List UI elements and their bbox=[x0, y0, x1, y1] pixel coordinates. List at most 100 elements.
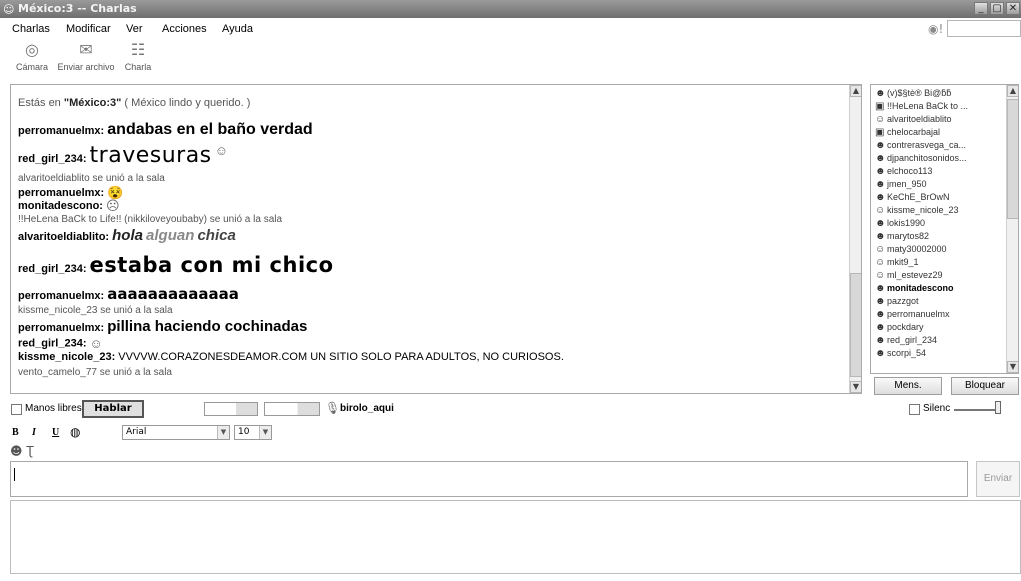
room-name: "México:3" bbox=[63, 97, 122, 109]
chat-button[interactable]: ☷ Charla bbox=[120, 40, 156, 72]
user-list-scrollbar[interactable]: ▲ ▼ bbox=[1006, 85, 1018, 373]
volume-slider-knob[interactable] bbox=[995, 401, 1001, 414]
join-notice: alvaritoeldiablito se unió a la sala bbox=[18, 173, 165, 184]
user-item[interactable]: ☻KeChE_BrOwN bbox=[875, 192, 950, 203]
emoticon-picker-icon[interactable]: ☻ bbox=[10, 444, 23, 458]
maximize-button[interactable]: ▢ bbox=[990, 2, 1004, 15]
voice-controls: Manos libres Hablar 🎙 birolo_aqui Silenc bbox=[10, 400, 1021, 420]
user-item[interactable]: ☻monitadescono bbox=[875, 283, 954, 294]
user-item[interactable]: ☻pockdary bbox=[875, 322, 924, 333]
italic-button[interactable]: I bbox=[32, 427, 36, 438]
menu-bar: Charlas Modificar Ver Acciones Ayuda bbox=[0, 20, 1021, 38]
font-select[interactable]: Arial ▼ bbox=[122, 425, 230, 440]
user-item[interactable]: ☻lokis1990 bbox=[875, 218, 925, 229]
emoticon-icon: ☹ bbox=[106, 198, 120, 213]
user-item[interactable]: ☻scorpi_54 bbox=[875, 348, 926, 359]
menu-acciones[interactable]: Acciones bbox=[162, 23, 207, 35]
join-notice: !!HeLena BaCk to Life!! (nikkiloveyoubab… bbox=[18, 214, 283, 225]
menu-ayuda[interactable]: Ayuda bbox=[222, 23, 253, 35]
bold-button[interactable]: B bbox=[12, 427, 19, 438]
menu-ver[interactable]: Ver bbox=[126, 23, 143, 35]
user-item[interactable]: ☻perromanuelmx bbox=[875, 309, 950, 320]
user-item[interactable]: ☻elchoco113 bbox=[875, 166, 932, 177]
user-item[interactable]: ☺ kissme_nicole_23 bbox=[875, 205, 959, 216]
send-file-label: Enviar archivo bbox=[57, 62, 115, 72]
user-list[interactable]: ☻(v)$§tè® Bi@ƃƃ ▣ !!HeLena BaCk to ... ☺ a… bbox=[870, 84, 1019, 374]
user-icon: ☻ bbox=[875, 296, 886, 307]
user-icon: ☻ bbox=[875, 153, 886, 164]
message-button[interactable]: Mens. bbox=[874, 377, 942, 395]
join-notice: kissme_nicole_23 se unió a la sala bbox=[18, 305, 173, 316]
scroll-thumb[interactable] bbox=[850, 273, 861, 377]
user-item[interactable]: ☺ alvaritoeldiablito bbox=[875, 114, 952, 125]
user-icon: ☻ bbox=[875, 218, 886, 229]
menu-modificar[interactable]: Modificar bbox=[66, 23, 111, 35]
silence-label: Silenc bbox=[923, 403, 951, 414]
text-caret bbox=[14, 468, 15, 481]
scroll-down-arrow[interactable]: ▼ bbox=[1007, 361, 1018, 373]
scroll-up-arrow[interactable]: ▲ bbox=[850, 85, 861, 97]
camera-user-icon: ▣ bbox=[875, 101, 885, 112]
send-file-button[interactable]: ✉ Enviar archivo bbox=[56, 40, 116, 72]
title-bar: ☺ México:3 -- Charlas _ ▢ ✕ bbox=[0, 0, 1021, 18]
user-icon: ☻ bbox=[875, 322, 886, 333]
message-input[interactable] bbox=[10, 461, 968, 497]
menu-charlas[interactable]: Charlas bbox=[12, 23, 50, 35]
user-icon: ☻ bbox=[875, 283, 886, 294]
minimize-button[interactable]: _ bbox=[974, 2, 988, 15]
volume-slider[interactable] bbox=[954, 409, 998, 411]
chat-scrollbar[interactable]: ▲ ▼ bbox=[849, 85, 861, 393]
user-item[interactable]: ☻pazzgot bbox=[875, 296, 919, 307]
talk-button[interactable]: Hablar bbox=[82, 400, 144, 418]
user-item[interactable]: ☺ maty30002000 bbox=[875, 244, 947, 255]
text-style-icon[interactable]: Ʈ bbox=[26, 444, 33, 458]
lower-panel bbox=[10, 500, 1021, 574]
chevron-down-icon: ▼ bbox=[259, 426, 271, 439]
scroll-up-arrow[interactable]: ▲ bbox=[1007, 85, 1018, 97]
user-icon: ☺ bbox=[875, 257, 886, 268]
camera-button[interactable]: ◎ Cámara bbox=[12, 40, 52, 72]
user-icon: ☻ bbox=[875, 192, 886, 203]
emoticon-icon: ☺ bbox=[214, 143, 228, 158]
user-icon: ☻ bbox=[875, 88, 886, 99]
chat-message: red_girl_234: ☺ bbox=[18, 336, 103, 351]
send-button[interactable]: Enviar bbox=[976, 461, 1020, 497]
color-icon[interactable]: ◍ bbox=[70, 425, 80, 440]
scroll-thumb[interactable] bbox=[1007, 99, 1018, 219]
camera-icon: ◎ bbox=[25, 42, 39, 59]
user-icon: ☻ bbox=[875, 335, 886, 346]
toolbar: ◎ Cámara ✉ Enviar archivo ☷ Charla bbox=[0, 40, 1021, 82]
camera-user-icon: ▣ bbox=[875, 127, 885, 138]
user-icon: ☺ bbox=[875, 270, 886, 281]
user-item[interactable]: ☻red_girl_234 bbox=[875, 335, 937, 346]
user-icon: ☻ bbox=[875, 231, 886, 242]
underline-button[interactable]: U bbox=[52, 427, 59, 438]
user-item[interactable]: ☻djpanchitosonidos... bbox=[875, 153, 967, 164]
hands-free-checkbox[interactable] bbox=[11, 404, 22, 415]
send-file-icon: ✉ bbox=[79, 42, 93, 59]
user-item[interactable]: ☻(v)$§tè® Bi@ƃƃ bbox=[875, 88, 951, 99]
user-icon: ☻ bbox=[875, 179, 886, 190]
user-item[interactable]: ☻jmen_950 bbox=[875, 179, 927, 190]
chat-message: kissme_nicole_23: VVVVW.CORAZONESDEAMOR.… bbox=[18, 351, 564, 363]
search-field[interactable] bbox=[947, 20, 1021, 37]
speaker-icon: 🎙 bbox=[325, 401, 341, 415]
user-item[interactable]: ☺ ml_estevez29 bbox=[875, 270, 943, 281]
user-item[interactable]: ☺ mkit9_1 bbox=[875, 257, 919, 268]
user-item[interactable]: ☻contrerasvega_ca... bbox=[875, 140, 966, 151]
chat-icon: ☷ bbox=[130, 42, 146, 59]
chat-log[interactable]: Estás en "México:3" ( México lindo y que… bbox=[10, 84, 862, 394]
camera-label: Cámara bbox=[15, 62, 48, 72]
silence-checkbox[interactable] bbox=[909, 404, 920, 415]
block-button[interactable]: Bloquear bbox=[951, 377, 1019, 395]
font-size-select[interactable]: 10 ▼ bbox=[234, 425, 272, 440]
user-item[interactable]: ▣ !!HeLena BaCk to ... bbox=[875, 101, 968, 112]
scroll-down-arrow[interactable]: ▼ bbox=[850, 381, 861, 393]
status-icon[interactable]: ◉! bbox=[928, 22, 943, 36]
format-toolbar: B I U ◍ Arial ▼ 10 ▼ bbox=[10, 425, 410, 443]
user-item[interactable]: ▣ chelocarbajal bbox=[875, 127, 940, 138]
user-item[interactable]: ☻marytos82 bbox=[875, 231, 929, 242]
user-icon: ☻ bbox=[875, 348, 886, 359]
close-button[interactable]: ✕ bbox=[1006, 2, 1020, 15]
volume-meter bbox=[204, 402, 258, 416]
